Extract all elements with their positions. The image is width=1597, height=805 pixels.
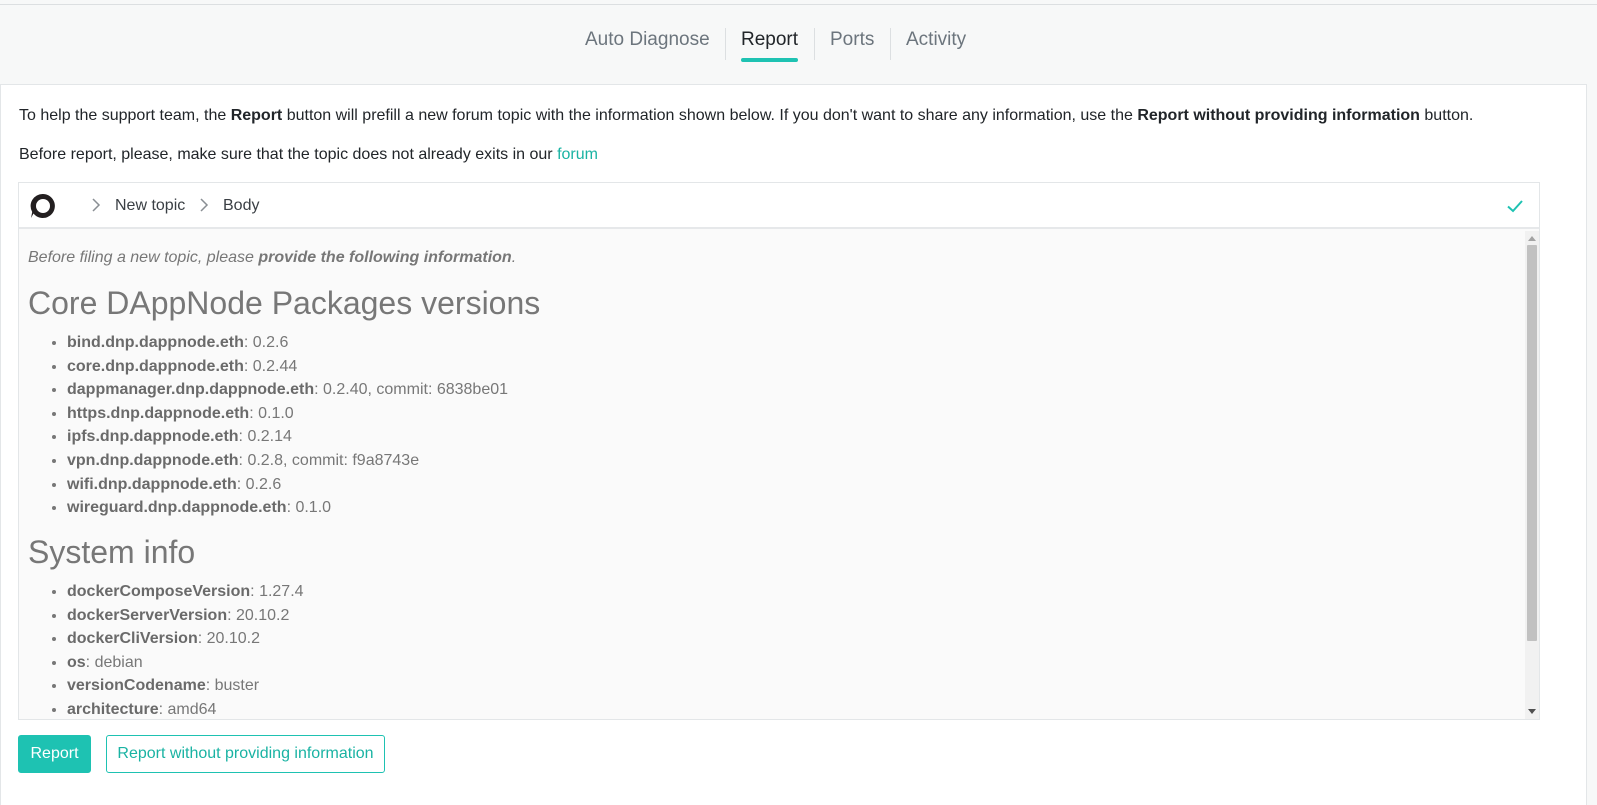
intro-text: button will prefill a new forum topic wi…	[282, 107, 1138, 124]
report-without-info-button[interactable]: Report without providing information	[106, 735, 385, 773]
list-item: architecture: amd64	[67, 698, 304, 719]
lead-text: .	[511, 249, 517, 266]
scroll-down-arrow-icon[interactable]	[1528, 709, 1536, 714]
report-button[interactable]: Report	[18, 735, 91, 773]
tab-activity[interactable]: Activity	[906, 22, 966, 64]
forum-link[interactable]: forum	[557, 146, 598, 163]
lead-bold: provide the following information	[258, 249, 512, 266]
tab-separator	[890, 28, 891, 60]
list-item: dockerServerVersion: 20.10.2	[67, 604, 304, 628]
breadcrumb-body: Body	[223, 197, 260, 214]
forum-notice-text: Before report, please, make sure that th…	[19, 146, 558, 163]
intro-text: To help the support team, the	[19, 107, 231, 124]
list-item: wireguard.dnp.dappnode.eth: 0.1.0	[67, 496, 508, 520]
tab-separator	[725, 28, 726, 60]
breadcrumb-new-topic: New topic	[115, 197, 186, 214]
check-icon	[1507, 200, 1523, 213]
topic-preview: New topic Body Before filing a new topic…	[18, 182, 1540, 720]
tab-report[interactable]: Report	[741, 22, 799, 64]
tab-ports[interactable]: Ports	[830, 22, 874, 64]
list-item: dappmanager.dnp.dappnode.eth: 0.2.40, co…	[67, 378, 508, 402]
forum-notice: Before report, please, make sure that th…	[19, 145, 598, 165]
topic-preview-header: New topic Body	[19, 183, 1539, 229]
topic-body: Before filing a new topic, please provid…	[19, 231, 1525, 719]
section-heading: System info	[28, 534, 196, 570]
intro-paragraph: To help the support team, the Report but…	[19, 106, 1473, 126]
scrollbar[interactable]	[1525, 231, 1539, 719]
list-item: wifi.dnp.dappnode.eth: 0.2.6	[67, 473, 508, 497]
intro-bold-report-anon: Report without providing information	[1137, 107, 1420, 124]
tab-auto-diagnose[interactable]: Auto Diagnose	[585, 22, 710, 64]
scroll-up-arrow-icon[interactable]	[1528, 236, 1536, 241]
topic-lead: Before filing a new topic, please provid…	[28, 248, 516, 268]
system-info-list: dockerComposeVersion: 1.27.4 dockerServe…	[67, 580, 304, 719]
list-item: https.dnp.dappnode.eth: 0.1.0	[67, 402, 508, 426]
scrollbar-thumb[interactable]	[1527, 245, 1537, 641]
list-item: vpn.dnp.dappnode.eth: 0.2.8, commit: f9a…	[67, 449, 508, 473]
top-divider	[0, 4, 1597, 5]
list-item: bind.dnp.dappnode.eth: 0.2.6	[67, 331, 508, 355]
list-item: os: debian	[67, 651, 304, 675]
discourse-logo-icon[interactable]	[29, 192, 57, 220]
tab-separator	[814, 28, 815, 60]
tab-bar: Auto Diagnose Report Ports Activity	[0, 22, 1597, 64]
packages-list: bind.dnp.dappnode.eth: 0.2.6 core.dnp.da…	[67, 331, 508, 520]
list-item: ipfs.dnp.dappnode.eth: 0.2.14	[67, 425, 508, 449]
section-heading: Core DAppNode Packages versions	[28, 285, 541, 321]
list-item: dockerCliVersion: 20.10.2	[67, 627, 304, 651]
intro-bold-report: Report	[230, 107, 283, 124]
list-item: dockerComposeVersion: 1.27.4	[67, 580, 304, 604]
chevron-right-icon	[92, 198, 101, 212]
list-item: core.dnp.dappnode.eth: 0.2.44	[67, 355, 508, 379]
lead-text: Before filing a new topic, please	[28, 249, 259, 266]
intro-text: button.	[1419, 107, 1474, 124]
list-item: versionCodename: buster	[67, 674, 304, 698]
chevron-right-icon	[200, 198, 209, 212]
